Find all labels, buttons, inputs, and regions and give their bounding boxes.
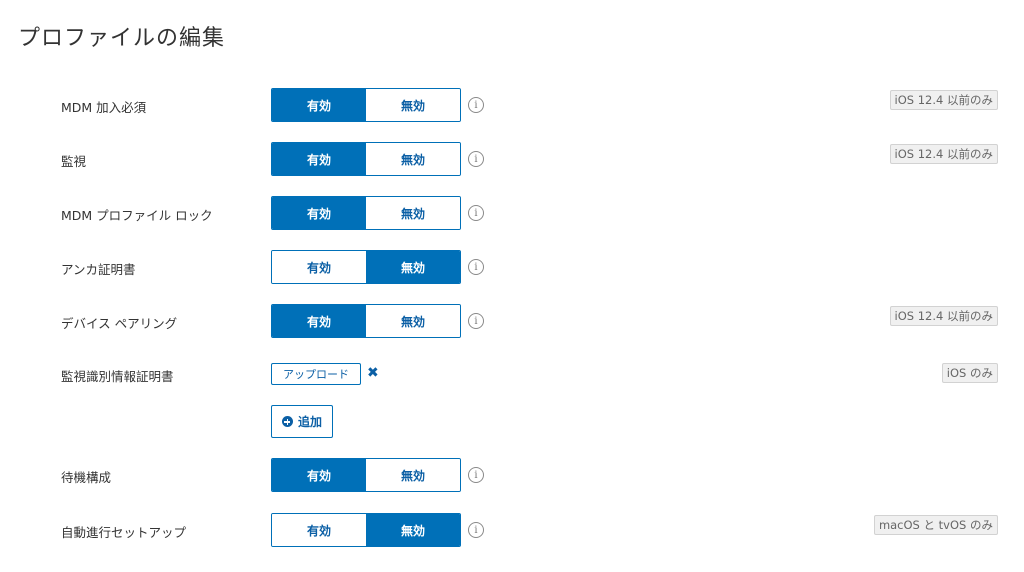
add-button-label: 追加	[297, 415, 322, 429]
toggle-off-option[interactable]: 無効	[366, 459, 460, 491]
platform-badge: iOS 12.4 以前のみ	[889, 144, 998, 164]
toggle-mdm-enrollment[interactable]: 有効 無効	[271, 88, 461, 122]
setting-label: 待機構成	[61, 470, 112, 485]
setting-label: 監視	[61, 154, 87, 169]
setting-label: アンカ証明書	[61, 262, 136, 277]
toggle-off-option[interactable]: 無効	[366, 305, 460, 337]
toggle-on-option[interactable]: 有効	[272, 251, 366, 283]
toggle-on-option[interactable]: 有効	[272, 143, 366, 175]
setting-row-await-configuration: 待機構成 有効 無効 i	[0, 458, 1024, 494]
info-icon[interactable]: i	[468, 467, 484, 483]
toggle-await-configuration[interactable]: 有効 無効	[271, 458, 461, 492]
toggle-supervision[interactable]: 有効 無効	[271, 142, 461, 176]
add-certificate-row: 追加	[0, 405, 1024, 441]
toggle-on-option[interactable]: 有効	[272, 89, 366, 121]
setting-row-supervision: 監視 有効 無効 i iOS 12.4 以前のみ	[0, 142, 1024, 178]
upload-button[interactable]: アップロード	[271, 363, 361, 385]
platform-badge: iOS 12.4 以前のみ	[889, 90, 998, 110]
toggle-anchor-certificate[interactable]: 有効 無効	[271, 250, 461, 284]
setting-label: MDM 加入必須	[61, 100, 147, 115]
toggle-off-option[interactable]: 無効	[366, 89, 460, 121]
toggle-device-pairing[interactable]: 有効 無効	[271, 304, 461, 338]
info-icon[interactable]: i	[468, 313, 484, 329]
info-icon[interactable]: i	[468, 259, 484, 275]
toggle-off-option[interactable]: 無効	[366, 143, 460, 175]
add-button[interactable]: 追加	[271, 405, 333, 438]
toggle-on-option[interactable]: 有効	[272, 197, 366, 229]
toggle-off-option[interactable]: 無効	[366, 197, 460, 229]
info-icon[interactable]: i	[468, 151, 484, 167]
info-icon[interactable]: i	[468, 205, 484, 221]
info-icon[interactable]: i	[468, 97, 484, 113]
platform-badge: iOS 12.4 以前のみ	[889, 306, 998, 326]
setting-label: 自動進行セットアップ	[61, 525, 187, 540]
setting-row-auto-advance-setup: 自動進行セットアップ 有効 無効 i macOS と tvOS のみ	[0, 513, 1024, 549]
setting-label: MDM プロファイル ロック	[61, 208, 213, 223]
toggle-off-option[interactable]: 無効	[366, 251, 460, 283]
toggle-on-option[interactable]: 有効	[272, 514, 366, 546]
toggle-off-option[interactable]: 無効	[366, 514, 460, 546]
setting-label: デバイス ペアリング	[61, 316, 178, 331]
setting-row-anchor-certificate: アンカ証明書 有効 無効 i	[0, 250, 1024, 286]
setting-row-mdm-enrollment: MDM 加入必須 有効 無効 i iOS 12.4 以前のみ	[0, 88, 1024, 124]
setting-row-device-pairing: デバイス ペアリング 有効 無効 i iOS 12.4 以前のみ	[0, 304, 1024, 340]
setting-row-supervision-identity-certificate: 監視識別情報証明書 アップロード ✖ iOS のみ	[0, 361, 1024, 397]
toggle-auto-advance-setup[interactable]: 有効 無効	[271, 513, 461, 547]
setting-row-mdm-profile-lock: MDM プロファイル ロック 有効 無効 i	[0, 196, 1024, 232]
close-icon[interactable]: ✖	[367, 365, 379, 381]
info-icon[interactable]: i	[468, 522, 484, 538]
plus-circle-icon	[281, 416, 293, 427]
setting-label: 監視識別情報証明書	[61, 369, 174, 384]
platform-badge: macOS と tvOS のみ	[873, 515, 998, 535]
toggle-on-option[interactable]: 有効	[272, 459, 366, 491]
platform-badge: iOS のみ	[941, 363, 998, 383]
page-title: プロファイルの編集	[18, 26, 226, 51]
toggle-mdm-profile-lock[interactable]: 有効 無効	[271, 196, 461, 230]
toggle-on-option[interactable]: 有効	[272, 305, 366, 337]
